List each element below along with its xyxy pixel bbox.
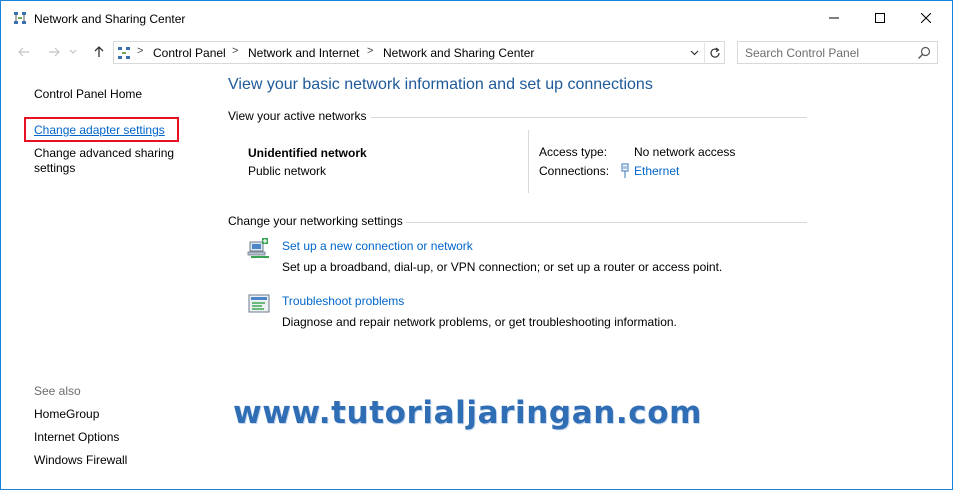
- search-icon[interactable]: [917, 46, 931, 60]
- breadcrumb-separator[interactable]: >: [367, 45, 373, 57]
- maximize-button[interactable]: [857, 1, 903, 35]
- refresh-icon: [709, 47, 720, 58]
- maximize-icon: [875, 13, 885, 23]
- troubleshoot-icon: [248, 294, 270, 313]
- close-icon: [921, 13, 931, 23]
- network-name: Unidentified network: [248, 146, 367, 160]
- setup-connection-description: Set up a broadband, dial-up, or VPN conn…: [282, 260, 723, 274]
- connections-label: Connections:: [539, 164, 610, 178]
- close-button[interactable]: [903, 1, 949, 35]
- ethernet-connection-link[interactable]: Ethernet: [634, 164, 679, 178]
- ethernet-icon: [621, 163, 629, 178]
- active-networks-heading: View your active networks: [228, 109, 367, 123]
- see-also-label: See also: [34, 384, 81, 398]
- navigation-bar: > Control Panel > Network and Internet >…: [1, 39, 952, 67]
- network-center-icon: [118, 47, 130, 59]
- change-advanced-sharing-link-line2[interactable]: settings: [34, 161, 75, 175]
- divider: [528, 130, 529, 193]
- forward-button[interactable]: [43, 41, 65, 63]
- networking-settings-heading: Change your networking settings: [228, 214, 403, 228]
- control-panel-home-link[interactable]: Control Panel Home: [34, 87, 142, 101]
- chevron-down-icon: [69, 49, 77, 54]
- change-adapter-settings-link[interactable]: Change adapter settings: [34, 123, 165, 137]
- new-connection-icon: [247, 238, 269, 258]
- divider: [406, 222, 807, 223]
- recent-locations-button[interactable]: [65, 41, 81, 63]
- address-bar[interactable]: > Control Panel > Network and Internet >…: [113, 41, 725, 64]
- left-pane: Control Panel Home Change adapter settin…: [1, 71, 207, 489]
- search-input[interactable]: Search Control Panel: [745, 46, 859, 60]
- search-box[interactable]: Search Control Panel: [737, 41, 938, 64]
- window-title: Network and Sharing Center: [34, 12, 186, 26]
- change-advanced-sharing-link[interactable]: Change advanced sharing: [34, 146, 174, 160]
- back-button[interactable]: [13, 41, 35, 63]
- page-title: View your basic network information and …: [228, 76, 653, 93]
- breadcrumb-network-and-internet[interactable]: Network and Internet: [248, 46, 359, 60]
- watermark: www.tutorialjaringan.com: [233, 395, 703, 431]
- address-dropdown-button[interactable]: [686, 44, 702, 62]
- network-category: Public network: [248, 164, 327, 178]
- up-button[interactable]: [88, 41, 110, 63]
- divider: [371, 117, 807, 118]
- up-arrow-icon: [94, 46, 104, 57]
- setup-connection-link[interactable]: Set up a new connection or network: [282, 239, 473, 253]
- network-center-icon: [14, 12, 26, 24]
- breadcrumb-separator: >: [137, 45, 144, 57]
- breadcrumb-network-and-sharing-center[interactable]: Network and Sharing Center: [383, 46, 534, 60]
- window: Network and Sharing Center > Control Pan…: [0, 0, 953, 490]
- homegroup-link[interactable]: HomeGroup: [34, 407, 99, 421]
- breadcrumb-control-panel[interactable]: Control Panel: [153, 46, 226, 60]
- troubleshoot-description: Diagnose and repair network problems, or…: [282, 315, 677, 329]
- windows-firewall-link[interactable]: Windows Firewall: [34, 453, 127, 467]
- forward-arrow-icon: [49, 47, 60, 57]
- access-type-label: Access type:: [539, 145, 608, 159]
- title-bar: Network and Sharing Center: [1, 1, 952, 37]
- access-type-value: No network access: [634, 145, 736, 159]
- minimize-button[interactable]: [811, 1, 857, 35]
- minimize-icon: [829, 17, 839, 19]
- chevron-down-icon: [690, 50, 698, 56]
- back-arrow-icon: [18, 47, 29, 57]
- refresh-button[interactable]: [704, 43, 724, 63]
- troubleshoot-problems-link[interactable]: Troubleshoot problems: [282, 294, 404, 308]
- internet-options-link[interactable]: Internet Options: [34, 430, 119, 444]
- breadcrumb-separator[interactable]: >: [232, 45, 238, 57]
